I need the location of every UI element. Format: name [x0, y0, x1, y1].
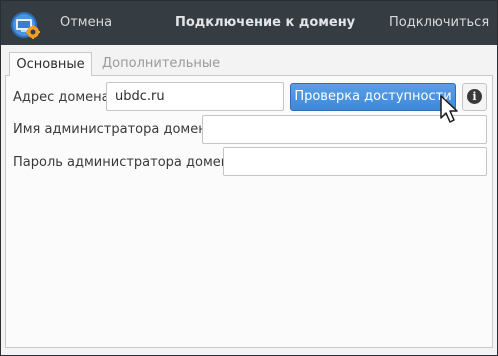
domain-address-input[interactable]: ubdc.ru [106, 82, 284, 111]
titlebar: Отмена Подключение к домену Подключиться [1, 1, 497, 45]
admin-password-input[interactable] [223, 147, 487, 176]
domain-connect-dialog: Отмена Подключение к домену Подключиться… [0, 0, 498, 356]
admin-password-label: Пароль администратора домена: [13, 155, 242, 170]
cancel-button[interactable]: Отмена [60, 15, 112, 30]
connect-button[interactable]: Подключиться [389, 15, 489, 30]
admin-name-label: Имя администратора домена: [13, 122, 220, 137]
check-availability-button[interactable]: Проверка доступности [290, 83, 456, 111]
info-icon: i [467, 89, 482, 104]
domain-address-label: Адрес домена: [13, 90, 115, 105]
mouse-pointer-icon [440, 95, 458, 123]
tab-advanced[interactable]: Дополнительные [102, 52, 222, 76]
tab-main[interactable]: Основные [9, 52, 92, 76]
domain-connect-icon [11, 12, 40, 39]
window-title: Подключение к домену [175, 15, 356, 30]
info-button[interactable]: i [462, 83, 487, 111]
